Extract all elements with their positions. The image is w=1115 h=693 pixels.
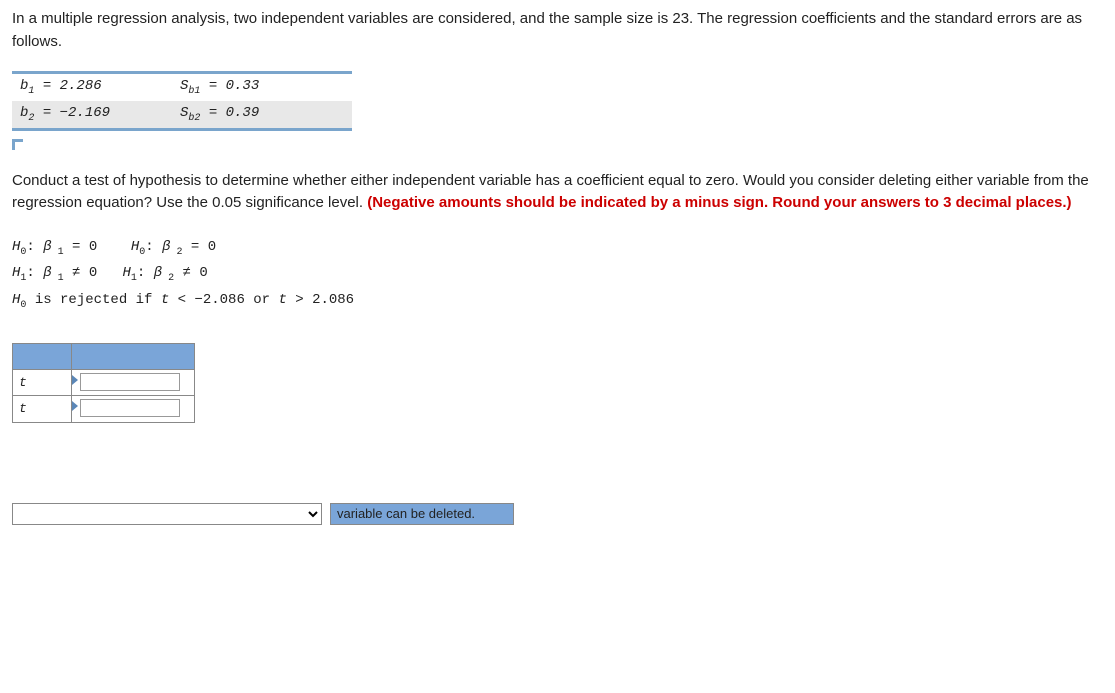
t-label-2: t — [13, 396, 72, 423]
sb1-eq: = 0.33 — [200, 78, 259, 94]
lt-clause: < −2.086 or — [169, 292, 278, 308]
conclusion-row: variable can be deleted. — [12, 503, 1103, 525]
beta1b-sub: 1 — [52, 273, 64, 284]
chevron-right-icon — [72, 375, 78, 385]
t-input-2[interactable] — [80, 399, 180, 417]
beta1a-sub: 1 — [52, 246, 64, 257]
answer-row-2: t — [13, 396, 195, 423]
conclusion-label: variable can be deleted. — [330, 503, 514, 525]
eq0-2: = 0 — [183, 239, 217, 255]
coefficients-box: b1 = 2.286 Sb1 = 0.33 b2 = −2.169 Sb2 = … — [12, 71, 352, 131]
instructions: Conduct a test of hypothesis to determin… — [12, 170, 1103, 215]
colon2: : — [145, 239, 162, 255]
colon3: : — [26, 265, 43, 281]
beta2b-sub: 2 — [162, 273, 174, 284]
hypotheses-block: H0: β 1 = 0 H0: β 2 = 0 H1: β 1 ≠ 0 H1: … — [12, 235, 1103, 315]
neq0-2: ≠ 0 — [174, 265, 208, 281]
beta1b: β — [43, 265, 51, 281]
answer-table-header — [13, 343, 195, 369]
eq0-1: = 0 — [64, 239, 98, 255]
beta2a-sub: 2 — [171, 246, 183, 257]
t-input-1[interactable] — [80, 373, 180, 391]
gt-clause: > 2.086 — [287, 292, 354, 308]
variable-select[interactable] — [12, 503, 322, 525]
reject-prefix: is rejected if — [26, 292, 160, 308]
colon: : — [26, 239, 43, 255]
beta1a: β — [43, 239, 51, 255]
sb2-sub: b2 — [188, 113, 200, 124]
b2-eq: = −2.169 — [34, 105, 110, 121]
answer-row-1: t — [13, 369, 195, 396]
sb1-sub: b1 — [188, 86, 200, 97]
t-sym2: t — [278, 292, 286, 308]
t-sym1: t — [161, 292, 169, 308]
answer-table: t t — [12, 343, 195, 423]
colon4: : — [137, 265, 154, 281]
h1-sym2: H — [122, 265, 130, 281]
beta2b: β — [154, 265, 162, 281]
chevron-right-icon — [72, 401, 78, 411]
beta2a: β — [162, 239, 170, 255]
frame-corner-decoration — [12, 139, 23, 150]
b1-eq: = 2.286 — [34, 78, 101, 94]
t-label-1: t — [13, 369, 72, 396]
instructions-red: (Negative amounts should be indicated by… — [367, 194, 1071, 211]
neq0-1: ≠ 0 — [64, 265, 98, 281]
sb2-eq: = 0.39 — [200, 105, 259, 121]
intro-text: In a multiple regression analysis, two i… — [12, 8, 1103, 53]
